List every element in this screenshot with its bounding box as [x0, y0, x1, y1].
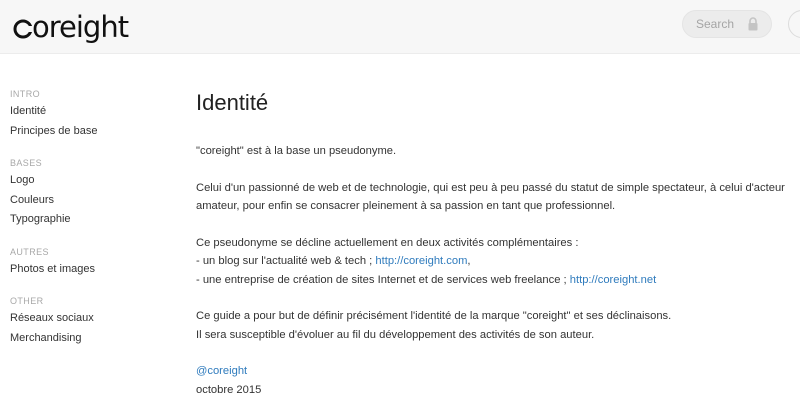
top-bar: oreight	[0, 0, 800, 54]
sidebar-section-title: AUTRES	[10, 246, 49, 257]
menu-button[interactable]	[788, 10, 800, 38]
paragraph-line: Il sera susceptible d'évoluer au fil du …	[196, 328, 595, 341]
sidebar-item-typographie[interactable]: Typographie	[10, 210, 160, 230]
sidebar-section-intro: INTRO Identité Principes de base	[10, 86, 160, 141]
site-logo[interactable]: oreight	[12, 10, 129, 52]
lock-icon	[748, 17, 758, 31]
paragraph-line: Ce pseudonyme se décline actuellement en…	[196, 236, 579, 249]
sidebar-item-logo[interactable]: Logo	[10, 171, 160, 191]
sidebar-item-reseaux-sociaux[interactable]: Réseaux sociaux	[10, 309, 160, 329]
activities-paragraph: Ce pseudonyme se décline actuellement en…	[196, 234, 786, 290]
paragraph-line: Ce guide a pour but de définir préciséme…	[196, 310, 672, 322]
sidebar-item-couleurs[interactable]: Couleurs	[10, 191, 160, 211]
main-content: Identité "coreight" est à la base un pse…	[196, 88, 786, 400]
page-title: Identité	[196, 90, 269, 115]
date-text: octobre 2015	[196, 383, 262, 396]
sidebar-item-principes-de-base[interactable]: Principes de base	[10, 122, 160, 142]
activity-business-line: - une entreprise de création de sites In…	[196, 271, 786, 290]
sidebar-item-identite[interactable]: Identité	[10, 102, 160, 122]
signature-block: @coreight octobre 2015	[196, 362, 786, 399]
activity-business-text: - une entreprise de création de sites In…	[196, 273, 570, 286]
activity-blog-line: - un blog sur l'actualité web & tech ; h…	[196, 252, 786, 271]
purpose-paragraph: Ce guide a pour but de définir préciséme…	[196, 307, 786, 344]
description-paragraph: Celui d'un passionné de web et de techno…	[196, 179, 786, 216]
blog-link[interactable]: http://coreight.com	[375, 255, 467, 267]
paragraph-line: amateur, pour enfin se consacrer pleinem…	[196, 200, 616, 212]
sidebar-section-title: INTRO	[10, 89, 40, 99]
paragraph-line: Celui d'un passionné de web et de techno…	[196, 181, 785, 194]
activity-blog-text: - un blog sur l'actualité web & tech ;	[196, 255, 376, 267]
sidebar-nav: INTRO Identité Principes de base BASES L…	[10, 82, 160, 362]
punctuation: ,	[467, 255, 471, 267]
business-link[interactable]: http://coreight.net	[570, 274, 656, 286]
intro-paragraph: "coreight" est à la base un pseudonyme.	[196, 142, 786, 161]
logo-c-icon	[13, 19, 33, 39]
sidebar-section-title: OTHER	[10, 296, 44, 306]
sidebar-section-autres: AUTRES Photos et images	[10, 244, 160, 280]
twitter-handle-link[interactable]: @coreight	[196, 365, 247, 377]
sidebar-section-other: OTHER Réseaux sociaux Merchandising	[10, 293, 160, 348]
signature-line: @coreight	[196, 362, 786, 381]
paragraph-text: "coreight" est à la base un pseudonyme.	[196, 145, 397, 157]
sidebar-section-bases: BASES Logo Couleurs Typographie	[10, 155, 160, 230]
logo-text: oreight	[32, 10, 129, 44]
sidebar-item-photos-et-images[interactable]: Photos et images	[10, 260, 160, 280]
search-input[interactable]	[696, 17, 746, 31]
search-box[interactable]	[682, 10, 772, 38]
sidebar-item-merchandising[interactable]: Merchandising	[10, 329, 160, 349]
sidebar-section-title: BASES	[10, 158, 43, 168]
